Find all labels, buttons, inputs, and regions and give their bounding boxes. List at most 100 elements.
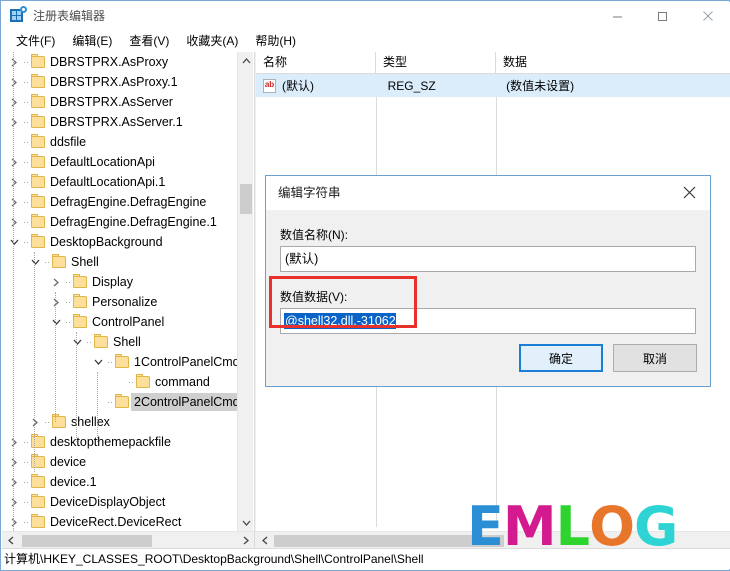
value-name-input[interactable]: (默认) [280,246,696,272]
tree-connector: ·· [23,497,29,507]
tree-connector: ·· [44,417,50,427]
tree-vertical-scrollbar[interactable] [237,52,253,531]
value-data-input[interactable]: @shell32.dll,-31062 [280,308,696,334]
minimize-button[interactable] [595,2,640,30]
menu-help[interactable]: 帮助(H) [247,32,305,51]
tree-connector: ·· [44,257,50,267]
folder-icon [30,72,47,92]
emlog-watermark: EMLOG [467,500,707,554]
chevron-right-icon[interactable] [6,512,22,531]
table-row[interactable]: ab (默认) REG_SZ (数值未设置) [256,74,730,97]
menu-edit[interactable]: 编辑(E) [64,32,121,51]
value-data-label: 数值数据(V): [280,290,348,304]
dialog-close-icon[interactable] [668,176,710,208]
tree-item-devicerect-devicerect[interactable]: ·· DeviceRect.DeviceRect [2,512,238,531]
tree-vertical-scroll-thumb[interactable] [240,184,252,214]
chevron-right-icon[interactable] [6,472,22,492]
menu-favorites[interactable]: 收藏夹(A) [178,32,247,51]
chevron-right-icon[interactable] [27,412,43,432]
tree-item-1controlpanelcmd[interactable]: ·· 1ControlPanelCmd [2,352,238,372]
folder-icon [51,252,68,272]
cancel-button[interactable]: 取消 [613,344,697,372]
chevron-right-icon[interactable] [6,112,22,132]
tree-item-device[interactable]: ·· device [2,452,238,472]
chevron-right-icon[interactable] [6,452,22,472]
folder-icon [30,152,47,172]
registry-values-list[interactable]: ab (默认) REG_SZ (数值未设置) [256,74,730,97]
dialog-title: 编辑字符串 [278,186,341,200]
chevron-right-icon[interactable] [6,72,22,92]
tree-item-label: 1ControlPanelCmd [134,355,238,369]
folder-icon [30,452,47,472]
tree-horizontal-scroll-thumb[interactable] [22,535,152,547]
tree-item-defaultlocationapi-1[interactable]: ·· DefaultLocationApi.1 [2,172,238,192]
tree-item-dbrstprx-asproxy[interactable]: ·· DBRSTPRX.AsProxy [2,52,238,72]
tree-item-label: DBRSTPRX.AsServer [50,95,173,109]
tree-scroll-down-button[interactable] [238,514,254,531]
ok-button[interactable]: 确定 [519,344,603,372]
column-header-name[interactable]: 名称 [256,52,376,73]
tree-item-shellex[interactable]: ·· shellex [2,412,238,432]
tree-item-2controlpanelcmd[interactable]: ·· 2ControlPanelCmd [2,392,238,412]
chevron-right-icon[interactable] [6,492,22,512]
chevron-down-icon[interactable] [69,332,85,352]
tree-item-display[interactable]: ·· Display [2,272,238,292]
tree-item-command[interactable]: ·· command [2,372,238,392]
tree-guide-line [34,252,35,472]
maximize-button[interactable] [640,2,685,30]
tree-horizontal-scrollbar[interactable] [2,531,254,549]
chevron-right-icon[interactable] [6,92,22,112]
tree-item-personalize[interactable]: ·· Personalize [2,292,238,312]
tree-item-defragengine-defragengine-1[interactable]: ·· DefragEngine.DefragEngine.1 [2,212,238,232]
tree-leaf-spacer [90,392,106,412]
tree-item-shell[interactable]: ·· Shell [2,252,238,272]
tree-scroll-right-button[interactable] [237,532,254,549]
tree-scroll-up-button[interactable] [238,52,254,69]
tree-item-device-1[interactable]: ·· device.1 [2,472,238,492]
list-column-headers: 名称 类型 数据 [256,52,730,74]
tree-connector: ·· [23,137,29,147]
tree-item-controlpanel[interactable]: ·· ControlPanel [2,312,238,332]
column-header-data[interactable]: 数据 [496,52,730,73]
chevron-right-icon[interactable] [6,172,22,192]
chevron-down-icon[interactable] [48,312,64,332]
tree-item-shell[interactable]: ·· Shell [2,332,238,352]
chevron-right-icon[interactable] [48,272,64,292]
chevron-right-icon[interactable] [6,192,22,212]
tree-scroll-left-button[interactable] [2,532,19,549]
string-value-icon: ab [262,78,278,94]
registry-tree[interactable]: ·· DBRSTPRX.AsProxy ·· DBRSTPRX.AsProxy.1 ··… [2,52,238,531]
tree-item-dbrstprx-asserver[interactable]: ·· DBRSTPRX.AsServer [2,92,238,112]
folder-icon [30,212,47,232]
tree-item-defragengine-defragengine[interactable]: ·· DefragEngine.DefragEngine [2,192,238,212]
folder-icon [51,412,68,432]
chevron-right-icon[interactable] [6,152,22,172]
chevron-right-icon[interactable] [6,212,22,232]
tree-item-desktopthemepackfile[interactable]: ·· desktopthemepackfile [2,432,238,452]
list-scroll-left-button[interactable] [256,532,273,549]
menu-file[interactable]: 文件(F) [8,32,64,51]
tree-item-defaultlocationapi[interactable]: ·· DefaultLocationApi [2,152,238,172]
menu-view[interactable]: 查看(V) [121,32,178,51]
tree-connector: ·· [23,477,29,487]
chevron-right-icon[interactable] [6,432,22,452]
tree-item-desktopbackground[interactable]: ·· DesktopBackground [2,232,238,252]
tree-item-devicedisplayobject[interactable]: ·· DeviceDisplayObject [2,492,238,512]
chevron-down-icon[interactable] [6,232,22,252]
tree-item-dbrstprx-asserver-1[interactable]: ·· DBRSTPRX.AsServer.1 [2,112,238,132]
tree-item-ddsfile[interactable]: ·· ddsfile [2,132,238,152]
chevron-right-icon[interactable] [48,292,64,312]
column-header-type[interactable]: 类型 [376,52,496,73]
tree-guide-line [13,52,14,531]
close-button[interactable] [685,2,730,30]
tree-item-dbrstprx-asproxy-1[interactable]: ·· DBRSTPRX.AsProxy.1 [2,72,238,92]
chevron-right-icon[interactable] [6,52,22,72]
chevron-down-icon[interactable] [90,352,106,372]
tree-connector: ·· [23,77,29,87]
chevron-down-icon[interactable] [27,252,43,272]
